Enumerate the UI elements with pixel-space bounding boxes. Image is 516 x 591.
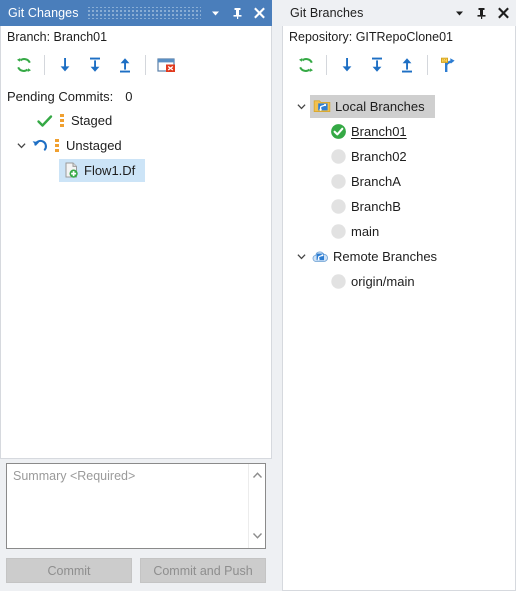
unstaged-dots-icon [53, 136, 61, 156]
pull-button[interactable] [362, 51, 392, 79]
git-changes-toolbar [0, 48, 272, 82]
staged-dots-icon [58, 111, 66, 131]
branch-circle-icon [328, 147, 348, 167]
dropdown-chevron-icon[interactable] [453, 6, 466, 20]
git-branches-panel: Git Branches Repository: GITRepoClone01 … [282, 0, 516, 591]
git-changes-title: Git Changes [8, 6, 79, 20]
git-changes-tree[interactable]: Pending Commits: 0 Staged Unstaged Flow1… [0, 82, 272, 459]
git-branches-title: Git Branches [290, 6, 364, 20]
drag-grip[interactable] [86, 7, 201, 19]
push-button[interactable] [392, 51, 422, 79]
close-icon[interactable] [253, 6, 266, 20]
file-added-icon [61, 160, 81, 180]
push-button[interactable] [110, 51, 140, 79]
branch-label: origin/main [351, 274, 415, 289]
cloud-branch-icon [310, 247, 330, 267]
pin-icon[interactable] [475, 6, 488, 20]
chevron-down-icon[interactable] [13, 133, 30, 158]
file-row-selection[interactable]: Flow1.Df [59, 159, 146, 182]
close-icon[interactable] [497, 6, 510, 20]
group-selection-local-branches[interactable]: Local Branches [310, 95, 435, 118]
scroll-up-icon[interactable] [252, 467, 263, 485]
group-row-remote-branches[interactable]: Remote Branches [283, 244, 515, 269]
dropdown-chevron-icon[interactable] [209, 6, 222, 20]
current-branch-line: Branch: Branch01 [0, 26, 272, 48]
git-branches-tree[interactable]: Local Branches Branch01 Branch02 BranchA… [282, 82, 516, 591]
branch-row-branch01[interactable]: Branch01 [283, 119, 515, 144]
group-row-local-branches[interactable]: Local Branches [283, 94, 515, 119]
git-branches-toolbar [282, 48, 516, 82]
pending-commits-row: Pending Commits: 0 [1, 84, 271, 108]
branch-circle-icon [328, 197, 348, 217]
fetch-button[interactable] [50, 51, 80, 79]
pending-commits-count: 0 [125, 88, 133, 104]
pin-icon[interactable] [231, 6, 244, 20]
git-changes-title-bar: Git Changes [0, 0, 272, 26]
branch-row-branch02[interactable]: Branch02 [283, 144, 515, 169]
unstaged-label: Unstaged [66, 138, 122, 153]
commit-button[interactable]: Commit [6, 558, 132, 583]
branch-circle-icon [328, 172, 348, 192]
chevron-down-icon[interactable] [293, 94, 310, 119]
branch-circle-icon [328, 272, 348, 292]
branch-row-brancha[interactable]: BranchA [283, 169, 515, 194]
toolbar-separator [326, 55, 327, 75]
refresh-button[interactable] [291, 51, 321, 79]
unstaged-group-row[interactable]: Unstaged [1, 133, 271, 158]
current-branch-check-icon [328, 122, 348, 142]
unstaged-file-row[interactable]: Flow1.Df [1, 158, 271, 183]
group-label-remote-branches: Remote Branches [333, 249, 438, 264]
branch-label: Branch01 [351, 124, 407, 139]
git-changes-panel: Git Changes Branch: Branch01 Pending Com… [0, 0, 272, 591]
group-label-local-branches: Local Branches [335, 98, 425, 114]
commit-summary-wrapper[interactable]: Summary <Required> [6, 463, 266, 549]
commit-summary-input[interactable]: Summary <Required> [7, 464, 248, 548]
commit-area: Summary <Required> Commit Commit and Pus… [0, 459, 272, 591]
staged-group-row[interactable]: Staged [1, 108, 271, 133]
chevron-down-icon[interactable] [293, 244, 310, 269]
fetch-button[interactable] [332, 51, 362, 79]
branch-circle-icon [328, 222, 348, 242]
branch-label: BranchB [351, 199, 401, 214]
panel-splitter[interactable] [272, 0, 282, 591]
scroll-down-icon[interactable] [252, 527, 263, 545]
pull-button[interactable] [80, 51, 110, 79]
toolbar-separator [427, 55, 428, 75]
summary-scrollbar[interactable] [248, 464, 265, 548]
toolbar-separator [145, 55, 146, 75]
undo-arrow-icon [30, 136, 50, 156]
git-branches-title-bar: Git Branches [282, 0, 516, 26]
file-name-label: Flow1.Df [84, 162, 136, 178]
repository-line: Repository: GITRepoClone01 [282, 26, 516, 48]
green-check-icon [35, 111, 55, 131]
branch-row-branchb[interactable]: BranchB [283, 194, 515, 219]
git-tool-windows: Git Changes Branch: Branch01 Pending Com… [0, 0, 516, 591]
branch-row-origin-main[interactable]: origin/main [283, 269, 515, 294]
staged-label: Staged [71, 113, 113, 128]
folder-branch-icon [312, 96, 332, 116]
pending-commits-label: Pending Commits: [7, 88, 114, 104]
drag-grip[interactable] [371, 7, 445, 19]
close-repository-button[interactable] [151, 51, 181, 79]
branch-row-main[interactable]: main [283, 219, 515, 244]
toolbar-separator [44, 55, 45, 75]
branch-label: BranchA [351, 174, 401, 189]
branch-label: main [351, 224, 380, 239]
commit-buttons: Commit Commit and Push [6, 558, 266, 583]
commit-and-push-button[interactable]: Commit and Push [140, 558, 266, 583]
refresh-button[interactable] [9, 51, 39, 79]
branch-label: Branch02 [351, 149, 407, 164]
new-branch-button[interactable] [433, 51, 463, 79]
